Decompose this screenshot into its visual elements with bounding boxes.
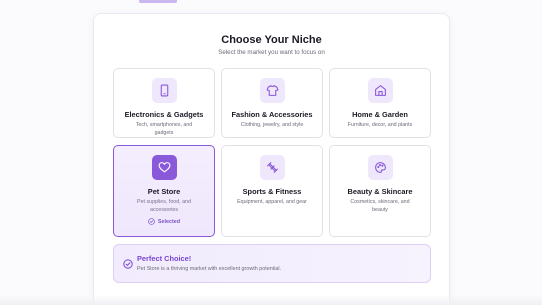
home-icon [368, 78, 393, 103]
niche-selection-panel: Choose Your Niche Select the market you … [93, 13, 450, 305]
niche-card-description: Tech, smartphones, and gadgets [135, 122, 193, 137]
niche-card-description: Furniture, decor, and plants [347, 122, 413, 128]
top-accent-bar [139, 0, 177, 3]
niche-card-title: Sports & Fitness [242, 187, 302, 196]
check-circle-icon [148, 218, 155, 225]
niche-card-title: Pet Store [147, 187, 181, 196]
dumbbell-icon [260, 155, 285, 180]
niche-card-description: Equipment, apparel, and gear [237, 199, 307, 205]
banner-title: Perfect Choice! [137, 254, 192, 263]
niche-card-title: Fashion & Accessories [231, 110, 313, 119]
niche-card-title: Beauty & Skincare [347, 187, 413, 196]
niche-card-electronics[interactable]: Electronics & Gadgets Tech, smartphones,… [113, 68, 215, 138]
page-title: Choose Your Niche [221, 34, 322, 46]
niche-card-pet-store[interactable]: Pet Store Pet supplies, food, and access… [113, 145, 215, 237]
niche-card-description: Clothing, jewelry, and style [240, 122, 304, 128]
niche-card-sports-fitness[interactable]: Sports & Fitness Equipment, apparel, and… [221, 145, 323, 237]
selected-badge: Selected [114, 218, 214, 225]
banner-text: Pet Store is a thriving market with exce… [137, 266, 282, 272]
heart-icon [152, 155, 177, 180]
selected-label: Selected [157, 218, 181, 225]
niche-card-title: Electronics & Gadgets [124, 110, 204, 119]
niche-card-description: Pet supplies, food, and accessories [137, 199, 191, 214]
smartphone-icon [152, 78, 177, 103]
bottom-fade [0, 295, 542, 305]
niche-card-title: Home & Garden [352, 110, 408, 119]
niche-card-description: Cosmetics, skincare, and beauty [350, 199, 410, 214]
niche-card-fashion[interactable]: Fashion & Accessories Clothing, jewelry,… [221, 68, 323, 138]
confirmation-banner: Perfect Choice! Pet Store is a thriving … [113, 244, 431, 283]
shirt-icon [260, 78, 285, 103]
check-circle-icon [123, 259, 133, 269]
page-subtitle: Select the market you want to focus on [218, 49, 325, 56]
palette-icon [368, 155, 393, 180]
niche-card-beauty-skincare[interactable]: Beauty & Skincare Cosmetics, skincare, a… [329, 145, 431, 237]
niche-card-home-garden[interactable]: Home & Garden Furniture, decor, and plan… [329, 68, 431, 138]
